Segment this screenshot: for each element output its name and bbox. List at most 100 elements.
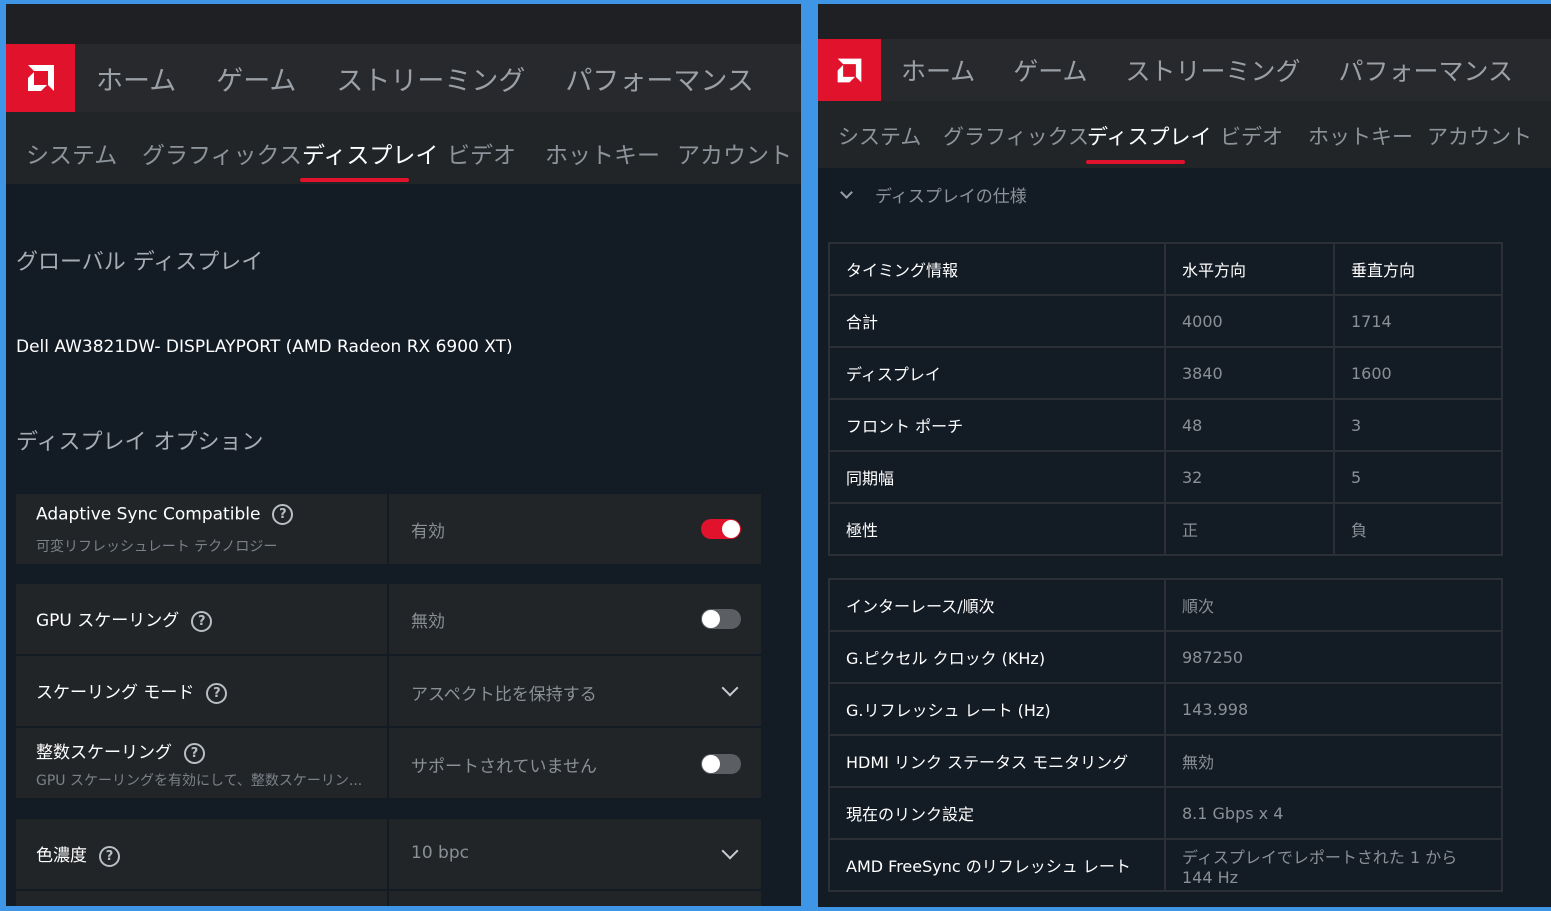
- table-cell: 4000: [1164, 294, 1335, 348]
- option-next-partial: [16, 891, 761, 906]
- tab-display[interactable]: ディスプレイ: [302, 136, 438, 170]
- amd-logo-icon: [27, 65, 54, 91]
- nav-game[interactable]: ゲーム: [216, 59, 296, 98]
- table-cell: 1714: [1333, 294, 1503, 348]
- table-row: 合計 4000 1714: [828, 294, 1503, 348]
- nav-game[interactable]: ゲーム: [1013, 52, 1087, 88]
- table-cell: 8.1 Gbps x 4: [1164, 786, 1503, 840]
- adaptive-sync-value: 有効: [411, 522, 445, 542]
- option-integer-scaling: 整数スケーリング? GPU スケーリングを有効にして、整数スケーリン... サポ…: [16, 728, 761, 798]
- tab-video[interactable]: ビデオ: [447, 136, 516, 170]
- table-header-row: タイミング情報 水平方向 垂直方向: [828, 242, 1503, 296]
- table-cell: 3: [1333, 398, 1503, 452]
- top-nav: ホーム ゲーム ストリーミング パフォーマンス: [818, 39, 1551, 101]
- table-cell: フロント ポーチ: [828, 398, 1166, 452]
- integer-scaling-toggle[interactable]: [701, 754, 741, 774]
- table-cell: ディスプレイ: [828, 346, 1166, 400]
- color-depth-value: 10 bpc: [411, 843, 469, 863]
- tab-hotkeys[interactable]: ホットキー: [545, 136, 660, 170]
- tab-system[interactable]: システム: [838, 121, 921, 151]
- table-cell: 同期幅: [828, 450, 1166, 504]
- integer-scaling-value: サポートされていません: [411, 757, 597, 777]
- table-cell: 現在のリンク設定: [828, 786, 1166, 840]
- timing-table: タイミング情報 水平方向 垂直方向 合計 4000 1714 ディスプレイ 38…: [828, 242, 1503, 556]
- top-nav: ホーム ゲーム ストリーミング パフォーマンス: [6, 44, 801, 112]
- help-icon[interactable]: ?: [206, 682, 228, 704]
- table-cell: 1600: [1333, 346, 1503, 400]
- gpu-scaling-value: 無効: [411, 612, 445, 632]
- sub-nav: システム グラフィックス ディスプレイ ビデオ ホットキー アカウント: [818, 101, 1551, 168]
- tab-graphics[interactable]: グラフィックス: [142, 136, 302, 170]
- title-bar: [6, 4, 801, 44]
- global-display-title: グローバル ディスプレイ: [16, 250, 264, 275]
- table-row: 同期幅 32 5: [828, 450, 1503, 504]
- amd-logo[interactable]: [818, 39, 881, 101]
- amd-logo[interactable]: [6, 44, 75, 112]
- tab-hotkeys[interactable]: ホットキー: [1308, 121, 1413, 151]
- table-cell: 5: [1333, 450, 1503, 504]
- nav-streaming[interactable]: ストリーミング: [336, 59, 525, 98]
- table-cell: HDMI リンク ステータス モニタリング: [828, 734, 1166, 788]
- tab-display[interactable]: ディスプレイ: [1087, 121, 1212, 151]
- option-adaptive-sync: Adaptive Sync Compatible? 可変リフレッシュレート テク…: [16, 494, 761, 564]
- table-cell: インターレース/順次: [828, 578, 1166, 632]
- adaptive-sync-sub: 可変リフレッシュレート テクノロジー: [36, 539, 278, 555]
- monitor-name: Dell AW3821DW- DISPLAYPORT (AMD Radeon R…: [16, 337, 513, 357]
- nav-performance[interactable]: パフォーマンス: [1339, 52, 1514, 88]
- table-cell: 143.998: [1164, 682, 1503, 736]
- color-depth-dropdown[interactable]: 10 bpc: [389, 819, 761, 889]
- left-panel: ホーム ゲーム ストリーミング パフォーマンス システム グラフィックス ディス…: [6, 4, 801, 906]
- option-scaling-mode: スケーリング モード? アスペクト比を保持する: [16, 656, 761, 726]
- table-cell: 合計: [828, 294, 1166, 348]
- table-header-cell: 垂直方向: [1333, 242, 1503, 296]
- table-cell: G.リフレッシュ レート (Hz): [828, 682, 1166, 736]
- table-row: 極性 正 負: [828, 502, 1503, 556]
- nav-performance[interactable]: パフォーマンス: [565, 59, 753, 98]
- nav-home[interactable]: ホーム: [901, 52, 975, 88]
- help-icon[interactable]: ?: [191, 610, 213, 632]
- color-depth-label: 色濃度: [36, 846, 87, 866]
- scaling-mode-dropdown[interactable]: アスペクト比を保持する: [389, 656, 761, 726]
- help-icon[interactable]: ?: [99, 845, 120, 867]
- table-cell: 負: [1333, 502, 1503, 556]
- adaptive-sync-toggle[interactable]: [701, 519, 741, 539]
- table-row: G.ピクセル クロック (KHz) 987250: [828, 630, 1503, 684]
- nav-streaming[interactable]: ストリーミング: [1126, 52, 1301, 88]
- table-row: 現在のリンク設定 8.1 Gbps x 4: [828, 786, 1503, 840]
- table-row: フロント ポーチ 48 3: [828, 398, 1503, 452]
- option-color-depth: 色濃度? 10 bpc: [16, 819, 761, 889]
- active-tab-indicator: [300, 178, 409, 182]
- help-icon[interactable]: ?: [184, 742, 205, 764]
- table-cell: 48: [1164, 398, 1335, 452]
- table-cell: 無効: [1164, 734, 1503, 788]
- table-cell: 極性: [828, 502, 1166, 556]
- chevron-down-icon: [721, 679, 739, 697]
- info-table: インターレース/順次 順次 G.ピクセル クロック (KHz) 987250 G…: [828, 578, 1503, 892]
- table-cell: AMD FreeSync のリフレッシュ レート: [828, 838, 1166, 892]
- table-header-cell: 水平方向: [1164, 242, 1335, 296]
- tab-video[interactable]: ビデオ: [1220, 121, 1283, 151]
- table-row: AMD FreeSync のリフレッシュ レート ディスプレイでレポートされた …: [828, 838, 1503, 892]
- table-cell: 正: [1164, 502, 1335, 556]
- right-panel: ホーム ゲーム ストリーミング パフォーマンス システム グラフィックス ディス…: [818, 4, 1551, 907]
- tab-graphics[interactable]: グラフィックス: [943, 121, 1089, 151]
- active-tab-indicator: [1086, 160, 1185, 164]
- help-icon[interactable]: ?: [272, 504, 294, 525]
- table-row: G.リフレッシュ レート (Hz) 143.998: [828, 682, 1503, 736]
- table-cell: 32: [1164, 450, 1335, 504]
- tab-system[interactable]: システム: [26, 136, 117, 170]
- gpu-scaling-label: GPU スケーリング: [36, 611, 180, 631]
- tab-account[interactable]: アカウント: [677, 136, 792, 170]
- tab-account[interactable]: アカウント: [1427, 121, 1532, 151]
- display-options-title: ディスプレイ オプション: [16, 430, 264, 455]
- table-row: インターレース/順次 順次: [828, 578, 1503, 632]
- gpu-scaling-toggle[interactable]: [701, 609, 741, 629]
- scaling-mode-value: アスペクト比を保持する: [411, 685, 597, 705]
- table-cell: ディスプレイでレポートされた 1 から 144 Hz: [1164, 838, 1503, 892]
- display-spec-header[interactable]: ディスプレイの仕様: [840, 182, 1027, 207]
- nav-home[interactable]: ホーム: [96, 59, 176, 98]
- integer-scaling-sub: GPU スケーリングを有効にして、整数スケーリン...: [36, 773, 363, 789]
- table-cell: 987250: [1164, 630, 1503, 684]
- table-row: ディスプレイ 3840 1600: [828, 346, 1503, 400]
- sub-nav: システム グラフィックス ディスプレイ ビデオ ホットキー アカウント: [6, 112, 801, 184]
